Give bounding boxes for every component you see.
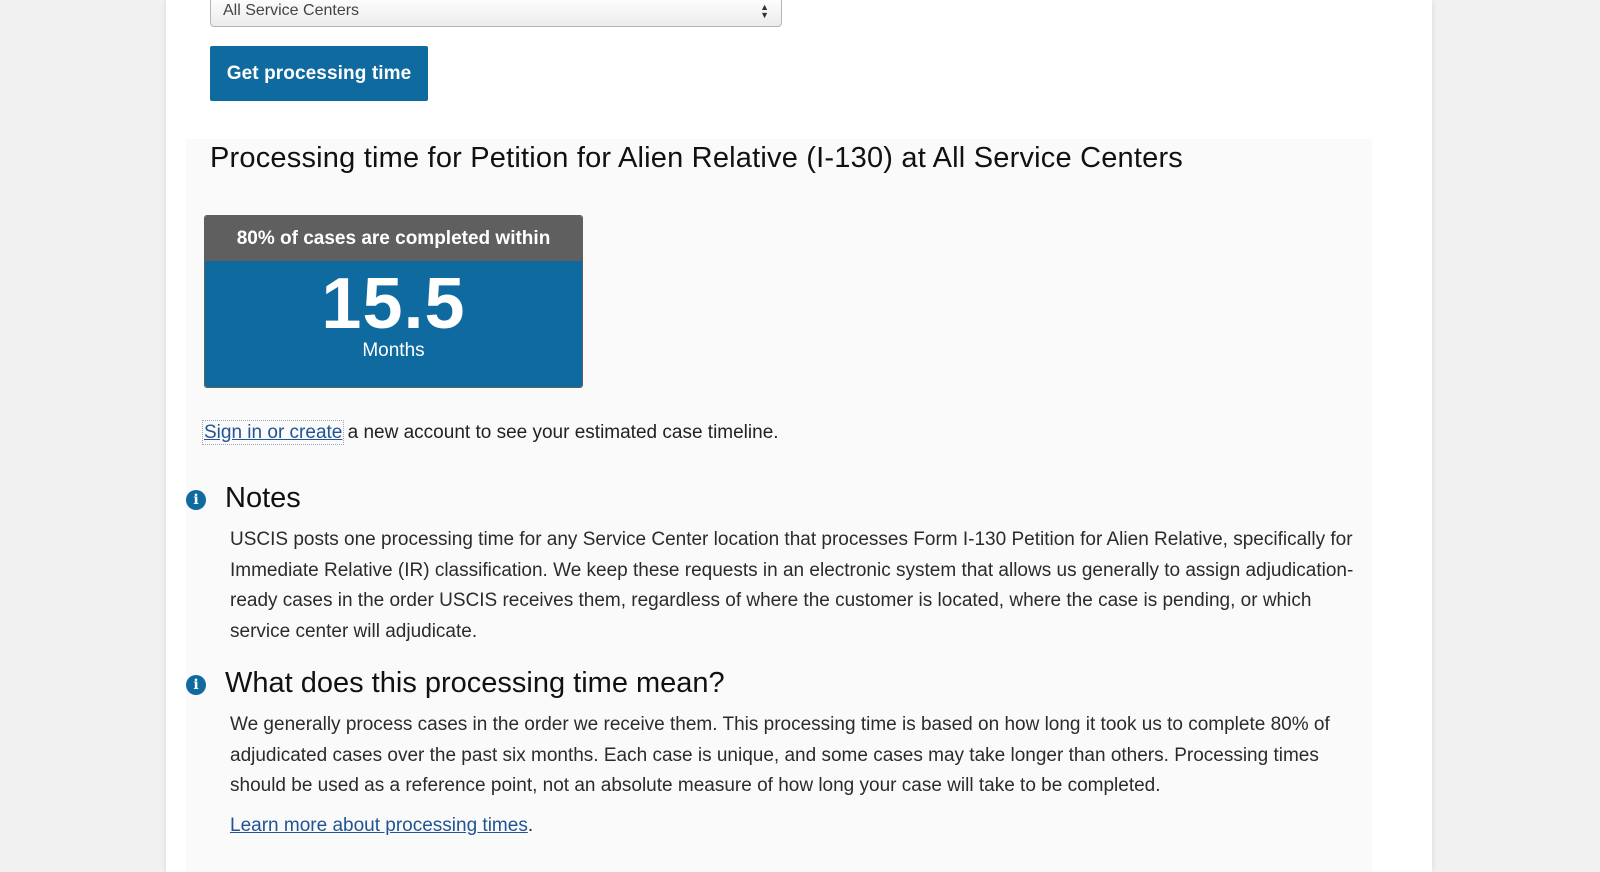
- info-icon: i: [186, 675, 206, 695]
- signin-prompt-text: a new account to see your estimated case…: [342, 422, 779, 443]
- results-panel: Processing time for Petition for Alien R…: [186, 139, 1372, 872]
- learn-more-line: Learn more about processing times.: [230, 815, 533, 837]
- processing-time-unit: Months: [362, 340, 425, 361]
- processing-time-value: 15.5: [321, 264, 466, 344]
- meaning-text: We generally process cases in the order …: [230, 714, 1330, 796]
- service-center-select[interactable]: All Service Centers ▲ ▼: [210, 0, 782, 27]
- processing-time-card: 80% of cases are completed within 15.5 M…: [204, 215, 583, 388]
- results-title: Processing time for Petition for Alien R…: [210, 142, 1184, 174]
- learn-more-suffix: .: [527, 815, 534, 836]
- signin-link[interactable]: Sign in or create: [201, 420, 345, 445]
- get-processing-time-button[interactable]: Get processing time: [210, 46, 428, 101]
- learn-more-link[interactable]: Learn more about processing times: [230, 815, 528, 836]
- meaning-title: What does this processing time mean?: [225, 667, 725, 699]
- notes-text: USCIS posts one processing time for any …: [230, 529, 1354, 642]
- meaning-section: i What does this processing time mean? W…: [186, 667, 1372, 807]
- service-center-select-value: All Service Centers: [223, 1, 360, 19]
- notes-title: Notes: [225, 482, 301, 514]
- page-container: All Service Centers ▲ ▼ Get processing ti…: [166, 0, 1432, 872]
- processing-time-card-header: 80% of cases are completed within: [205, 216, 582, 261]
- signin-prompt: Sign in or create a new account to see y…: [201, 420, 779, 445]
- info-icon: i: [186, 490, 206, 510]
- notes-section: i Notes USCIS posts one processing time …: [186, 482, 1372, 642]
- processing-time-card-body: 15.5 Months: [205, 261, 582, 387]
- select-arrows-icon: ▲ ▼: [760, 1, 769, 20]
